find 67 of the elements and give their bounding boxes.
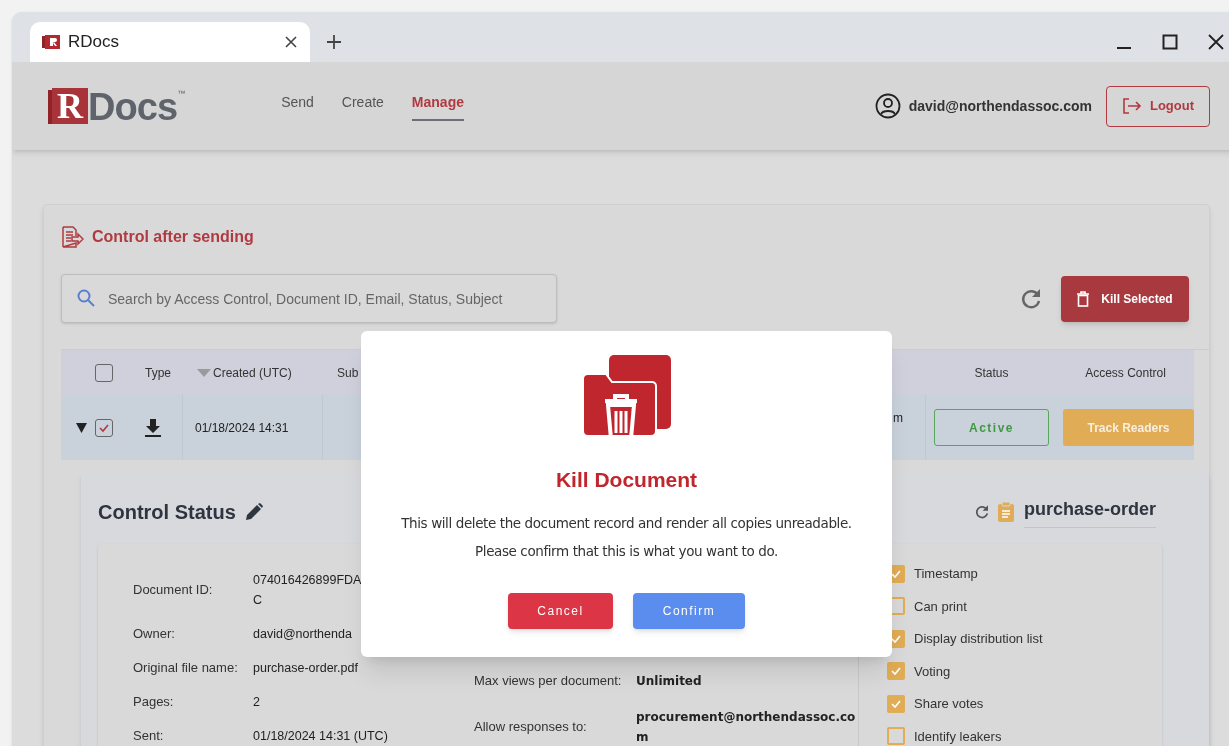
confirm-button[interactable]: Confirm xyxy=(633,593,745,629)
field-value: 2 xyxy=(253,694,260,711)
logout-button[interactable]: Logout xyxy=(1106,85,1210,127)
user-icon xyxy=(874,93,901,119)
field-value: 01/18/2024 14:31 (UTC) xyxy=(253,728,388,745)
field-label: Document ID: xyxy=(133,581,214,600)
nav-link[interactable]: Send xyxy=(281,91,314,121)
date-text: 01/18/2024 14:31 xyxy=(195,419,289,437)
document-send-icon xyxy=(60,225,84,249)
dialog-message: This will delete the document record and render all copies unreadable. xyxy=(401,513,852,533)
close-icon[interactable] xyxy=(284,35,298,49)
checkbox[interactable] xyxy=(887,727,905,746)
option-label: Timestamp xyxy=(914,565,978,583)
field-label: Sent: xyxy=(133,727,165,746)
field-value: Unlimited xyxy=(636,673,702,690)
collapse-icon[interactable] xyxy=(76,422,87,433)
nav-link[interactable]: Manage xyxy=(411,91,464,121)
option-label: Voting xyxy=(914,662,951,681)
browser-tab[interactable]: RDocs xyxy=(30,22,310,62)
option-label: Display distribution list xyxy=(914,630,1043,648)
close-icon[interactable] xyxy=(1208,34,1224,50)
checkbox[interactable] xyxy=(887,694,905,713)
maximize-icon[interactable] xyxy=(1162,34,1178,50)
field-value: 074016426899FDA C xyxy=(253,572,362,609)
search-icon xyxy=(77,289,95,307)
column-header[interactable]: Access Control xyxy=(1085,363,1166,382)
cancel-button[interactable]: Cancel xyxy=(508,593,613,629)
column-header[interactable]: Created (UTC) xyxy=(213,363,292,382)
column-header[interactable]: Sub xyxy=(337,363,359,382)
option-label: Identify leakers xyxy=(914,727,1002,746)
field-value: purchase-order.pdf xyxy=(253,660,358,677)
kill-selected-button[interactable]: Kill Selected xyxy=(1061,275,1189,322)
field-value: procurement@northendassoc.co m xyxy=(636,709,856,746)
checkbox[interactable] xyxy=(95,363,113,382)
logout-icon xyxy=(1121,98,1142,114)
field-value: david@northenda xyxy=(253,626,352,643)
search-field[interactable]: Search by Access Control, Document ID, Email, Status, Subject xyxy=(61,274,557,323)
checkbox[interactable] xyxy=(887,662,905,681)
option-label: Share votes xyxy=(914,695,984,713)
trash-icon xyxy=(1077,290,1090,307)
field-label: Allow responses to: xyxy=(474,718,588,737)
tab-title: RDocs xyxy=(68,31,120,54)
section-title: Control after sending xyxy=(92,227,254,247)
field-label: Max views per document: xyxy=(474,672,623,691)
dialog-message: Please confirm that this is what you want to do. xyxy=(475,541,778,561)
download-icon[interactable] xyxy=(145,418,161,437)
field-label: Owner: xyxy=(133,625,176,644)
clipboard-icon xyxy=(997,502,1014,522)
field-label: Original file name: xyxy=(133,659,239,678)
app-icon xyxy=(42,34,60,50)
table-cell-text: m xyxy=(893,410,903,427)
checkbox[interactable] xyxy=(95,418,113,437)
user-email: david@northendassoc.com xyxy=(908,96,1092,116)
new-tab-icon[interactable] xyxy=(326,34,342,50)
refresh-icon[interactable] xyxy=(973,504,990,520)
document-name: purchase-order xyxy=(1023,496,1156,528)
panel-title: Control Status xyxy=(98,500,236,525)
nav-link[interactable]: Create xyxy=(341,91,384,121)
dialog-title: Kill Document xyxy=(555,467,698,493)
field-label: Pages: xyxy=(133,693,175,712)
pencil-icon[interactable] xyxy=(243,502,264,522)
column-header[interactable]: Type xyxy=(145,363,171,382)
option-label: Can print xyxy=(914,597,967,616)
checkmark-icon xyxy=(890,665,902,678)
column-header[interactable]: Status xyxy=(974,363,1009,382)
status-badge: Active xyxy=(934,409,1049,446)
rdocs-logo: RDocs™ xyxy=(48,88,186,124)
